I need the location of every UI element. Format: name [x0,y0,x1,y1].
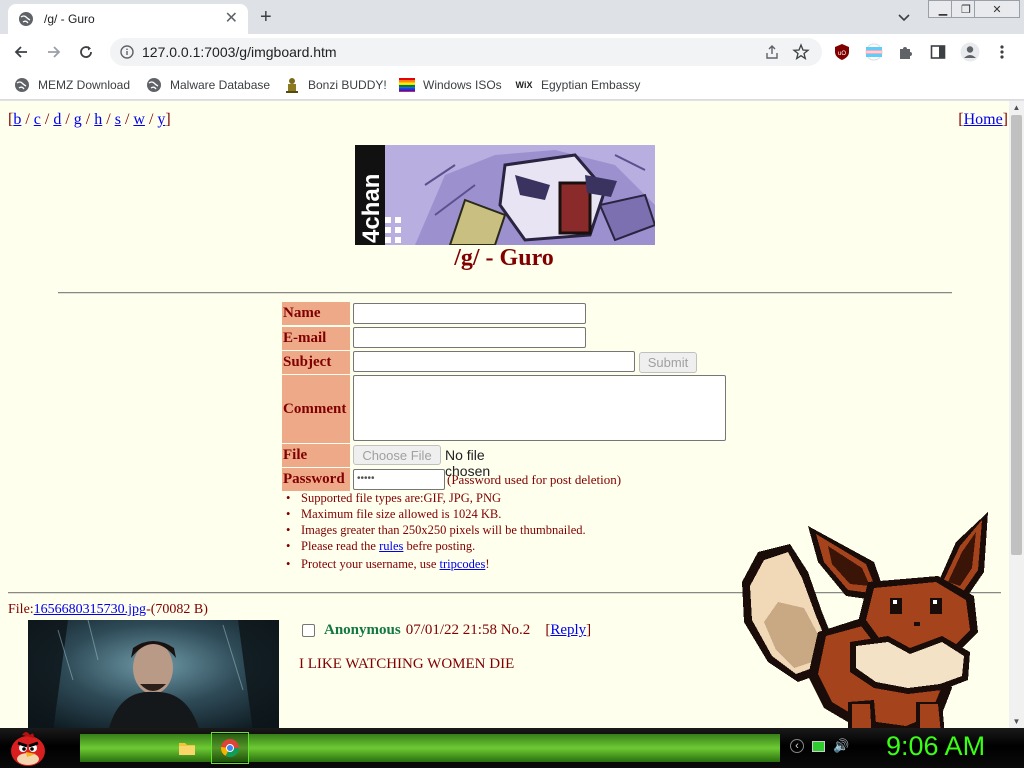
bookmark-label: Malware Database [170,78,271,92]
board-banner: 4chan [355,145,655,245]
comment-textarea[interactable] [353,375,726,441]
pride-flag-extension-icon[interactable] [864,42,884,62]
password-note: (Password used for post deletion) [447,472,622,487]
bookmark-label: MEMZ Download [38,78,131,92]
tab-strip: /g/ - Guro ✕ + ▁ ❐ ✕ [0,0,1024,34]
system-tray: ‹ 🔊 [790,738,849,754]
rules-link[interactable]: rules [379,539,403,553]
bookmark-label: Egyptian Embassy [541,78,641,92]
tab-close-icon[interactable]: ✕ [225,11,238,27]
windows-flag-icon [399,77,415,93]
rule-tripcodes: Protect your username, use tripcodes! [285,557,586,573]
rule-thumbnail: Images greater than 250x250 pixels will … [285,523,586,539]
window-close-button[interactable]: ✕ [974,0,1020,18]
post-file-info: File:1656680315730.jpg-(70082 B) [8,602,208,617]
rule-read-rules: Please read the rules befre posting. [285,539,586,555]
forward-button[interactable] [44,42,64,62]
svg-text:uO: uO [838,51,846,57]
bookmark-malware-database[interactable]: Malware Database [146,76,270,94]
bookmark-bonzi-buddy[interactable]: Bonzi BUDDY! [284,76,387,94]
password-label: Password [282,468,350,491]
choose-file-button[interactable]: Choose File [353,445,441,465]
password-input[interactable]: ••••• [353,469,445,490]
file-label: File [282,444,350,467]
bookmark-windows-isos[interactable]: Windows ISOs [399,76,502,94]
share-icon[interactable] [764,44,780,60]
board-link-w[interactable]: w [133,111,145,128]
scroll-up-arrow-icon[interactable]: ▲ [1012,103,1021,112]
taskbar-clock[interactable]: 9:06 AM [886,731,985,762]
taskbar-explorer-folder-icon[interactable] [168,732,206,764]
taskbar: ‹ 🔊 9:06 AM [0,728,1024,768]
bonzi-icon [284,77,300,93]
name-input[interactable] [353,303,586,324]
rule-max-size: Maximum file size allowed is 1024 KB. [285,507,586,523]
site-info-icon[interactable] [120,45,134,59]
post-thumbnail[interactable] [28,620,279,728]
address-bar[interactable]: 127.0.0.1:7003/g/imgboard.htm [110,38,822,66]
browser-toolbar: 127.0.0.1:7003/g/imgboard.htm uO [0,34,1024,70]
profile-avatar-icon[interactable] [960,42,980,62]
back-arrow-icon [14,46,27,58]
posting-rules: Supported file types are:GIF, JPG, PNG M… [285,491,586,573]
desktop-pet-eevee[interactable] [738,512,994,752]
comment-label: Comment [282,375,350,443]
poster-name: Anonymous [324,622,401,638]
volume-icon[interactable]: 🔊 [833,738,849,754]
post-delete-checkbox[interactable] [302,624,315,637]
globe-icon [19,12,33,26]
post-file-link[interactable]: 1656680315730.jpg [34,602,146,617]
subject-label: Subject [282,351,350,374]
board-link-g[interactable]: g [74,111,82,128]
board-link-c[interactable]: c [34,111,41,128]
browser-tab[interactable]: /g/ - Guro ✕ [8,4,248,34]
post-datetime: 07/01/22 21:58 [405,622,497,638]
start-button-angry-bird-icon[interactable] [8,729,48,767]
name-label: Name [282,302,350,325]
reply-link[interactable]: Reply [550,622,586,639]
tray-overflow-chevron-icon[interactable]: ‹ [790,739,804,753]
post-comment: I LIKE WATCHING WOMEN DIE [299,656,515,672]
scrollbar-thumb[interactable] [1011,115,1022,555]
home-nav: [Home] [958,111,1008,128]
post-header: Anonymous 07/01/22 21:58 No.2 [Reply] [302,622,591,639]
tab-title: /g/ - Guro [44,12,95,26]
url-text[interactable]: 127.0.0.1:7003/g/imgboard.htm [142,44,337,60]
back-button[interactable] [11,42,31,62]
email-input[interactable] [353,327,586,348]
post-number[interactable]: No.2 [501,622,531,639]
bookmarks-bar: MEMZ Download Malware Database Bonzi BUD… [0,70,1024,100]
bookmark-star-icon[interactable] [792,43,810,61]
board-nav: [b / c / d / g / h / s / w / y] [8,111,171,128]
submit-button[interactable]: Submit [639,352,697,373]
reload-icon [80,46,92,58]
tripcodes-link[interactable]: tripcodes [440,557,486,571]
divider [58,292,952,294]
board-title: /g/ - Guro [454,245,554,271]
subject-input[interactable] [353,351,635,372]
new-tab-button[interactable]: + [260,6,272,28]
scroll-down-arrow-icon[interactable]: ▼ [1012,717,1021,726]
email-label: E-mail [282,327,350,350]
extensions-puzzle-icon[interactable] [896,42,916,62]
browser-menu-icon[interactable] [992,42,1012,62]
bookmark-label: Windows ISOs [423,78,502,92]
reload-button[interactable] [76,42,96,62]
globe-icon [146,77,162,93]
page-scrollbar[interactable]: ▲ ▼ [1009,101,1024,728]
tab-search-chevron-icon[interactable] [896,9,912,25]
bookmark-egyptian-embassy[interactable]: WiX Egyptian Embassy [515,76,641,94]
side-panel-icon[interactable] [928,42,948,62]
rule-file-types: Supported file types are:GIF, JPG, PNG [285,491,586,507]
ublock-extension-icon[interactable]: uO [832,42,852,62]
home-link[interactable]: Home [964,111,1003,128]
globe-icon [14,77,30,93]
forward-arrow-icon [48,46,61,58]
bookmark-label: Bonzi BUDDY! [308,78,387,92]
network-icon[interactable] [812,740,825,752]
bookmark-memz[interactable]: MEMZ Download [14,76,130,94]
taskbar-chrome-icon[interactable] [211,732,249,764]
wix-icon: WiX [515,80,533,90]
banner-logo-text: 4chan [358,174,385,243]
